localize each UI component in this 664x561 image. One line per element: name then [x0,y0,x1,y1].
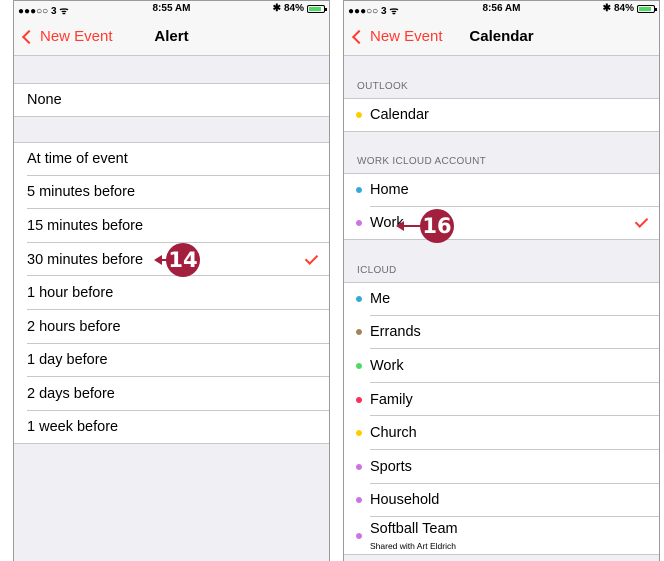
section-header: OUTLOOK [357,81,408,92]
calendar-name: Sports [370,458,412,475]
alert-screen: ●●●○○ 3 ᯤ 8:55 AM ✱ 84% New Event Alert … [13,0,330,561]
calendar-color-dot [356,362,362,369]
calendar-item[interactable]: Calendar [344,98,659,132]
section-header: ICLOUD [357,265,397,276]
option-label: 1 day before [27,352,108,369]
option-label: 2 days before [27,385,115,402]
calendar-name: Calendar [370,106,429,123]
calendar-color-dot [356,329,362,336]
calendar-color-dot [356,497,362,504]
option-label: 15 minutes before [27,217,144,234]
battery-icon [307,4,327,13]
option-label: At time of event [27,151,128,168]
calendar-color-dot [356,463,362,470]
calendar-item[interactable]: Work [344,206,659,241]
option-label: 30 minutes before [27,251,144,268]
step-callout-16: 16 [420,209,454,243]
calendar-item[interactable]: Errands [344,315,659,350]
calendar-item[interactable]: Church [344,416,659,450]
callout-arrow [396,221,404,231]
calendar-name: Softball Team [370,521,458,538]
calendar-color-dot [356,396,362,403]
step-callout-14: 14 [166,243,200,277]
page-title: Alert [154,28,189,45]
calendar-item[interactable]: Me [344,282,659,316]
calendar-color-dot [356,296,362,303]
calendar-color-dot [356,532,362,539]
page-title: Calendar [469,28,534,45]
battery-percent: 84% [613,3,634,14]
battery-icon [637,4,657,13]
status-bar: ●●●○○ 3 ᯤ 8:55 AM ✱ 84% [14,1,329,17]
option-label: 1 week before [27,419,119,436]
section-header: WORK ICLOUD ACCOUNT [357,156,487,167]
option-label: 2 hours before [27,318,121,335]
option-label: 1 hour before [27,285,114,302]
alert-option[interactable]: 5 minutes before [14,175,329,210]
bluetooth-icon: ✱ [272,3,281,14]
calendar-name: Church [370,425,417,442]
alert-option[interactable]: 1 day before [14,343,329,378]
calendar-name: Me [370,291,391,308]
option-label: None [27,92,62,108]
alert-option[interactable]: 15 minutes before [14,209,329,243]
nav-bar: New Event Alert [14,17,329,56]
alert-option[interactable]: 1 hour before [14,276,329,310]
status-bar: ●●●○○ 3 ᯤ 8:56 AM ✱ 84% [344,1,659,17]
checkmark-icon [634,214,649,228]
calendar-item[interactable]: Home [344,173,659,207]
bluetooth-icon: ✱ [602,3,611,14]
alert-option[interactable]: 1 week before [14,410,329,445]
calendar-item[interactable]: Family [344,382,659,417]
calendar-item[interactable]: Sports [344,450,659,484]
calendar-item[interactable]: Household [344,483,659,518]
callout-arrow [154,255,162,265]
calendar-screen: ●●●○○ 3 ᯤ 8:56 AM ✱ 84% New Event Calend… [343,0,660,561]
alert-option[interactable]: 2 days before [14,377,329,411]
calendar-name: Errands [370,324,421,341]
calendar-name: Household [370,492,440,509]
checkmark-icon [304,251,319,265]
alert-option[interactable]: 2 hours before [14,310,329,344]
calendar-color-dot [356,187,362,194]
calendar-subtitle: Shared with Art Eldrich [370,541,456,552]
nav-bar: New Event Calendar [344,17,659,56]
calendar-item[interactable]: Work [344,349,659,383]
calendar-name: Work [370,357,404,374]
calendar-name: Home [370,182,409,199]
calendar-name: Family [370,391,413,408]
alert-option-none[interactable]: None [14,83,329,117]
calendar-color-dot [356,111,362,118]
calendar-color-dot [356,430,362,437]
calendar-color-dot [356,219,362,226]
option-label: 5 minutes before [27,184,136,201]
calendar-item[interactable]: Softball Team Shared with Art Eldrich [344,517,659,556]
battery-percent: 84% [283,3,304,14]
alert-option[interactable]: At time of event [14,142,329,176]
